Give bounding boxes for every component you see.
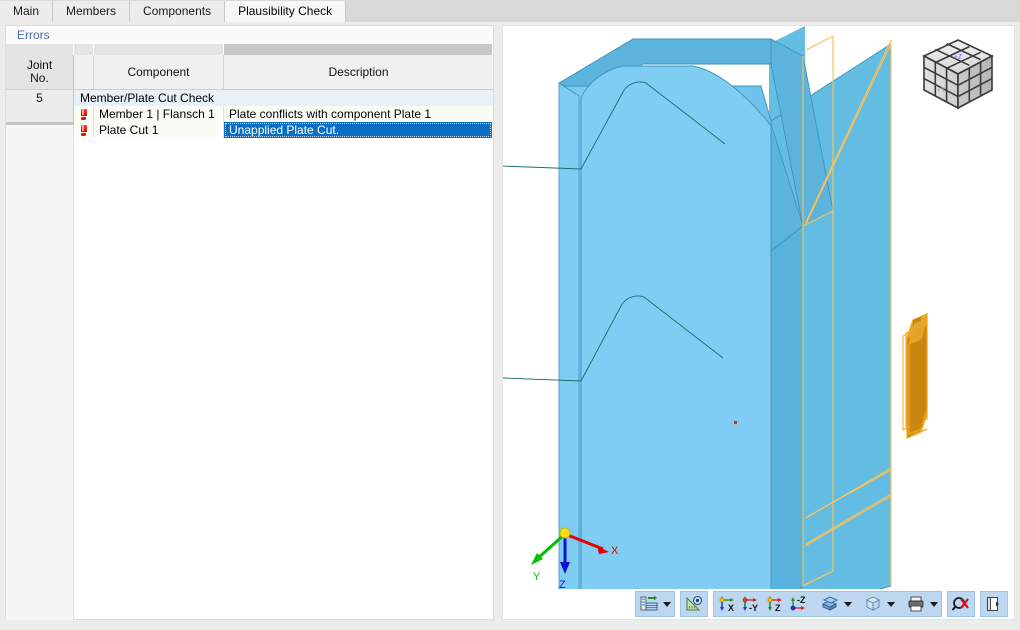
- tab-bar-filler: [346, 2, 1020, 22]
- table-column-headers: Joint No. Component Description: [6, 55, 493, 90]
- tab-bar: Main Members Components Plausibility Che…: [0, 0, 1020, 22]
- column-header-icon[interactable]: [74, 55, 94, 89]
- svg-text:X: X: [728, 603, 734, 613]
- svg-text:Z: Z: [775, 603, 781, 613]
- viewport-toolbar: X -Y Z -Z: [503, 589, 1014, 619]
- plausibility-check-window: Main Members Components Plausibility Che…: [0, 0, 1020, 630]
- column-header-joint-no[interactable]: Joint No.: [6, 55, 74, 89]
- table-row[interactable]: Member 1 | Flansch 1 Plate conflicts wit…: [6, 106, 493, 122]
- errors-panel: Errors Joint No. Component Description 5…: [5, 25, 494, 620]
- view-cube-navigator[interactable]: +Z +Y: [916, 34, 1000, 122]
- cell-joint-no: 5: [6, 90, 74, 106]
- cell-group-label: Member/Plate Cut Check: [74, 90, 493, 106]
- panel-toggle-icon[interactable]: [982, 592, 1006, 616]
- toolbar-group-zoom-reset: [947, 591, 975, 617]
- cell-component: Plate Cut 1: [94, 122, 224, 138]
- view-in-z-icon[interactable]: Z: [763, 592, 787, 616]
- cell-severity: [74, 106, 94, 122]
- rendering-settings-icon[interactable]: [637, 592, 661, 616]
- table-row[interactable]: Plate Cut 1 Unapplied Plate Cut.: [6, 122, 493, 138]
- print-icon[interactable]: [904, 592, 928, 616]
- cell-joint-no: [6, 106, 74, 122]
- view-cube-top-label: +Z: [954, 54, 963, 61]
- group-strip-icon: [74, 44, 94, 55]
- cell-empty: [74, 138, 493, 148]
- view-in-x-icon[interactable]: X: [715, 592, 739, 616]
- 3d-viewport[interactable]: X Y Z +Z +Y X -Y Z -Z: [502, 25, 1015, 620]
- group-strip-component: [94, 44, 224, 55]
- table-empty-gutter: [6, 125, 74, 620]
- tab-main[interactable]: Main: [0, 1, 54, 22]
- error-exclamation-icon: [80, 124, 88, 136]
- column-group-strip: [6, 44, 493, 55]
- cell-component: Member 1 | Flansch 1: [94, 106, 224, 122]
- errors-section-title: Errors: [6, 26, 493, 44]
- column-header-component[interactable]: Component: [94, 55, 224, 89]
- svg-text:-Y: -Y: [749, 603, 758, 613]
- render-mode-dropdown-arrow[interactable]: [842, 592, 854, 616]
- toolbar-group-views: X -Y Z -Z: [713, 591, 942, 617]
- zoom-reset-icon[interactable]: [949, 592, 973, 616]
- error-exclamation-icon: [80, 108, 88, 120]
- toolbar-group-measure: [680, 591, 708, 617]
- toolbar-group-panel-toggle: [980, 591, 1008, 617]
- toolbar-group-rendering: [635, 591, 675, 617]
- svg-text:-Z: -Z: [797, 595, 806, 605]
- group-strip-joint: [6, 44, 74, 55]
- wireframe-box-icon[interactable]: [861, 592, 885, 616]
- view-cube-front-label: +Y: [937, 87, 946, 94]
- measure-view-icon[interactable]: [682, 592, 706, 616]
- view-in-minus-y-icon[interactable]: -Y: [739, 592, 763, 616]
- tab-plausibility-check[interactable]: Plausibility Check: [225, 1, 347, 22]
- print-dropdown-arrow[interactable]: [928, 592, 940, 616]
- rendering-settings-dropdown-arrow[interactable]: [661, 592, 673, 616]
- cell-description: Plate conflicts with component Plate 1: [224, 106, 493, 122]
- cell-description-selected: Unapplied Plate Cut.: [224, 122, 492, 138]
- group-strip-description: [224, 44, 493, 55]
- tab-components[interactable]: Components: [130, 1, 226, 22]
- column-header-joint-line2: No.: [30, 71, 49, 85]
- render-mode-icon[interactable]: [818, 592, 842, 616]
- view-in-minus-z-icon[interactable]: -Z: [787, 592, 811, 616]
- table-row[interactable]: 5 Member/Plate Cut Check: [6, 90, 493, 106]
- errors-table-body: 5 Member/Plate Cut Check Member 1 | Flan…: [6, 90, 493, 148]
- cell-severity: [74, 122, 94, 138]
- column-header-description[interactable]: Description: [224, 55, 493, 89]
- tab-members[interactable]: Members: [53, 1, 131, 22]
- wireframe-box-dropdown-arrow[interactable]: [885, 592, 897, 616]
